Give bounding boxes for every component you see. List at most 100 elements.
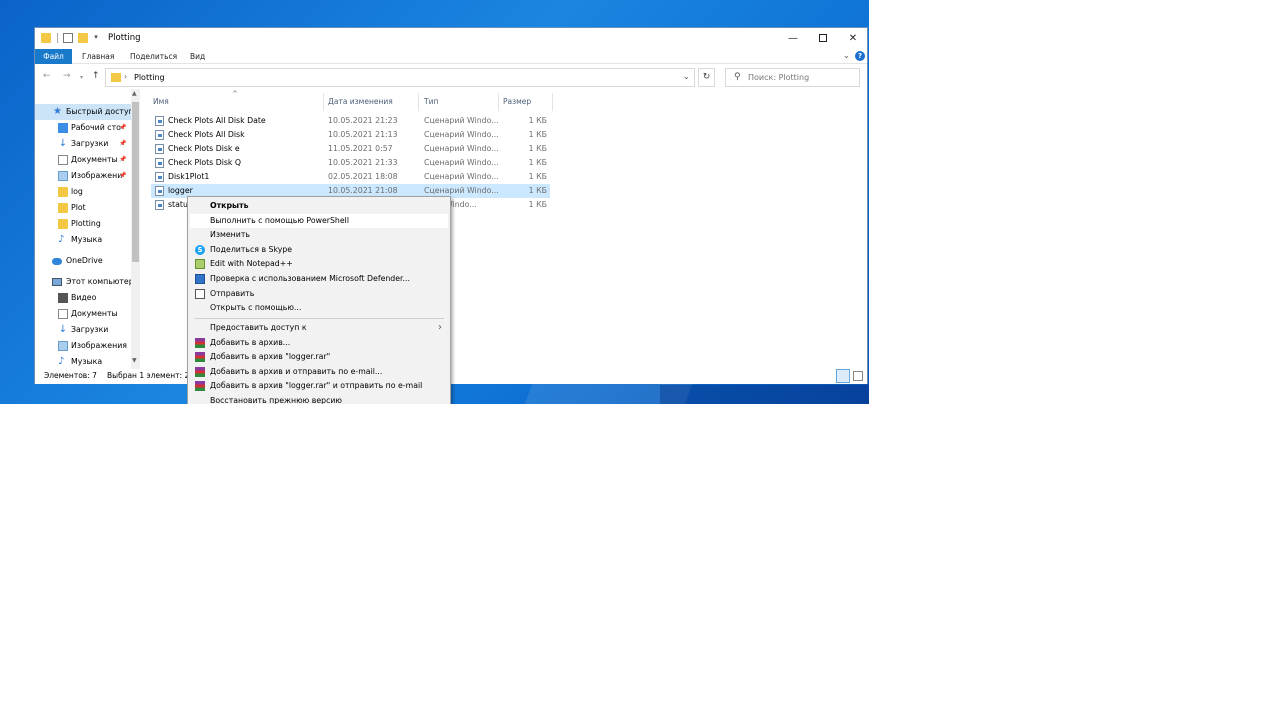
column-divider[interactable] <box>323 93 324 111</box>
refresh-button[interactable]: ↻ <box>698 68 715 87</box>
table-row[interactable]: Disk1Plot1 02.05.2021 18:08 Сценарий Win… <box>151 170 550 184</box>
chevron-down-icon[interactable]: ⌄ <box>683 72 690 81</box>
search-input[interactable]: ⚲ Поиск: Plotting <box>725 68 860 87</box>
script-file-icon <box>155 130 164 140</box>
script-file-icon <box>155 144 164 154</box>
menu-item-give-access[interactable]: Предоставить доступ к › <box>190 321 448 336</box>
sidebar-item-pc-documents[interactable]: Документы <box>35 306 131 322</box>
minimize-button[interactable]: — <box>778 31 808 47</box>
sidebar-item-pc-pictures[interactable]: Изображения <box>35 338 131 354</box>
sidebar-item-pc-music[interactable]: ♪ Музыка <box>35 354 131 370</box>
sidebar-item-music[interactable]: ♪ Музыка <box>35 232 131 248</box>
breadcrumb-plotting[interactable]: Plotting <box>134 73 165 82</box>
script-file-icon <box>155 172 164 182</box>
pin-icon[interactable]: 📌 <box>119 136 126 152</box>
up-arrow-icon[interactable]: ↑ <box>92 71 100 81</box>
refresh-icon: ↻ <box>702 72 711 82</box>
column-header-date[interactable]: Дата изменения <box>328 97 393 106</box>
computer-icon <box>52 278 62 286</box>
navigation-pane: ★ Быстрый доступ Рабочий сто 📌 ↓ Загрузк… <box>35 89 140 369</box>
large-icons-view-icon[interactable] <box>853 371 863 381</box>
close-button[interactable]: ✕ <box>838 31 868 47</box>
script-file-icon <box>155 158 164 168</box>
sidebar-item-plot[interactable]: Plot <box>35 200 131 216</box>
tab-share[interactable]: Поделиться <box>130 49 177 64</box>
help-icon[interactable]: ? <box>855 51 865 61</box>
sidebar-item-pictures[interactable]: Изображени 📌 <box>35 168 131 184</box>
column-header-type[interactable]: Тип <box>424 97 438 106</box>
script-file-icon <box>155 116 164 126</box>
script-file-icon <box>155 200 164 210</box>
menu-item-scan-defender[interactable]: Проверка с использованием Microsoft Defe… <box>190 272 448 287</box>
menu-item-open[interactable]: Открыть <box>190 199 448 214</box>
sidebar-item-onedrive[interactable]: OneDrive <box>35 253 131 269</box>
sidebar-item-documents[interactable]: Документы 📌 <box>35 152 131 168</box>
desktop-icon <box>58 123 68 133</box>
menu-item-edit-notepad-plus-plus[interactable]: Edit with Notepad++ <box>190 257 448 272</box>
customize-toolbar-dropdown-icon[interactable]: ▾ <box>92 33 100 41</box>
pin-icon[interactable]: 📌 <box>119 152 126 168</box>
menu-item-share-skype[interactable]: S Поделиться в Skype <box>190 243 448 258</box>
documents-icon <box>58 155 68 165</box>
music-icon: ♪ <box>58 234 65 245</box>
file-explorer-window: ▾ Plotting — ✕ Файл Главная Поделиться В… <box>34 27 868 384</box>
documents-icon <box>58 309 68 319</box>
column-header-size[interactable]: Размер <box>503 97 531 106</box>
table-row[interactable]: Check Plots All Disk Date 10.05.2021 21:… <box>151 114 550 128</box>
table-row[interactable]: Check Plots Disk e 11.05.2021 0:57 Сцена… <box>151 142 550 156</box>
pin-icon[interactable]: 📌 <box>119 168 126 184</box>
onedrive-icon <box>52 258 62 265</box>
menu-item-run-with-powershell[interactable]: Выполнить с помощью PowerShell <box>190 213 448 229</box>
sidebar-item-downloads[interactable]: ↓ Загрузки 📌 <box>35 136 131 152</box>
scroll-down-icon[interactable]: ▼ <box>132 357 137 364</box>
back-arrow-icon[interactable]: ← <box>43 71 51 81</box>
new-folder-icon[interactable] <box>78 33 88 43</box>
winrar-icon <box>195 337 205 348</box>
sidebar-item-plotting[interactable]: Plotting <box>35 216 131 232</box>
recent-locations-icon[interactable]: ▾ <box>80 74 83 81</box>
column-header-name[interactable]: Имя <box>153 97 169 106</box>
videos-icon <box>58 293 68 303</box>
skype-icon: S <box>195 244 205 255</box>
maximize-button[interactable] <box>808 31 838 47</box>
breadcrumb-separator-icon[interactable]: › <box>124 72 127 81</box>
sidebar-item-log[interactable]: log <box>35 184 131 200</box>
sidebar-item-quick-access[interactable]: ★ Быстрый доступ <box>35 104 131 120</box>
forward-arrow-icon[interactable]: → <box>63 71 71 81</box>
column-divider[interactable] <box>498 93 499 111</box>
title-bar[interactable]: ▾ Plotting — ✕ <box>35 28 867 49</box>
downloads-icon: ↓ <box>58 138 68 149</box>
tab-view[interactable]: Вид <box>190 49 205 64</box>
status-bar: Элементов: 7 Выбран 1 элемент: 290 <box>35 369 867 384</box>
menu-item-archive-and-email[interactable]: Добавить в архив и отправить по e-mail..… <box>190 365 448 380</box>
scroll-up-icon[interactable]: ▲ <box>132 90 137 97</box>
sidebar-item-videos[interactable]: Видео <box>35 290 131 306</box>
pin-icon[interactable]: 📌 <box>119 120 126 136</box>
address-bar[interactable]: › Plotting ⌄ <box>105 68 695 87</box>
column-divider[interactable] <box>552 93 553 111</box>
tab-home[interactable]: Главная <box>82 49 114 64</box>
menu-item-add-to-logger-rar[interactable]: Добавить в архив "logger.rar" <box>190 350 448 365</box>
menu-divider <box>194 318 444 319</box>
expand-ribbon-icon[interactable]: ⌄ <box>843 51 850 60</box>
sidebar-item-desktop[interactable]: Рабочий сто 📌 <box>35 120 131 136</box>
menu-item-edit[interactable]: Изменить <box>190 228 448 243</box>
properties-icon[interactable] <box>63 33 73 43</box>
selection-info: Выбран 1 элемент: 290 <box>107 371 199 380</box>
sidebar-item-this-pc[interactable]: Этот компьютер <box>35 274 131 290</box>
defender-icon <box>195 274 205 284</box>
address-row: ← → ▾ ↑ › Plotting ⌄ ↻ ⚲ Поиск: Plotting <box>35 65 867 89</box>
menu-item-send[interactable]: Отправить <box>190 287 448 302</box>
sidebar-item-pc-downloads[interactable]: ↓ Загрузки <box>35 322 131 338</box>
table-row[interactable]: Check Plots Disk Q 10.05.2021 21:33 Сцен… <box>151 156 550 170</box>
table-row[interactable]: Check Plots All Disk 10.05.2021 21:13 Сц… <box>151 128 550 142</box>
wallpaper-shadow <box>660 385 869 404</box>
nav-scrollbar-thumb[interactable] <box>132 102 139 262</box>
menu-item-open-with[interactable]: Открыть с помощью... <box>190 301 448 316</box>
tab-file[interactable]: Файл <box>35 49 72 64</box>
share-icon <box>195 288 205 299</box>
menu-item-add-to-archive[interactable]: Добавить в архив... <box>190 336 448 351</box>
details-view-icon[interactable] <box>836 369 850 383</box>
menu-item-logger-rar-and-email[interactable]: Добавить в архив "logger.rar" и отправит… <box>190 379 448 394</box>
column-divider[interactable] <box>418 93 419 111</box>
